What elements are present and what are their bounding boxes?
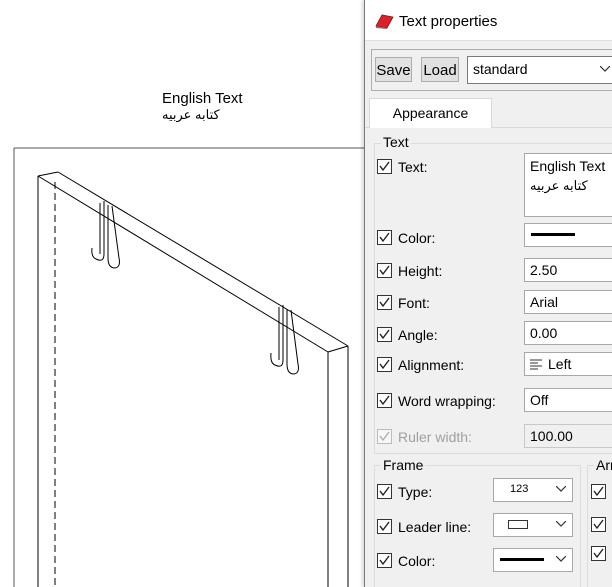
font-checkbox[interactable] [377,295,392,310]
check-icon [379,297,390,308]
alignment-checkbox[interactable] [377,357,392,372]
check-icon [379,232,390,243]
alignment-value: Left [548,356,572,372]
angle-input[interactable]: 0.00 [524,321,612,345]
frame-color-checkbox[interactable] [377,553,392,568]
check-icon [593,519,604,530]
tab-appearance[interactable]: Appearance [369,98,492,128]
frame-type-dropdown[interactable]: 123 [493,478,573,502]
text-input-line1: English Text [530,158,606,174]
dialog-title: Text properties [399,13,498,30]
chevron-down-icon [556,521,566,527]
check-icon [379,395,390,406]
chevron-down-icon [556,486,566,492]
check-icon [379,555,390,566]
check-icon [593,486,604,497]
height-checkbox[interactable] [377,263,392,278]
color-picker[interactable] [524,223,612,247]
text-label: Text: [398,159,428,175]
color-label: Color: [398,230,436,246]
arrow-checkbox-2[interactable] [591,517,606,532]
alignment-label: Alignment: [398,357,465,373]
leader-line-checkbox[interactable] [377,519,392,534]
save-button[interactable]: Save [375,57,412,82]
color-swatch-line [531,233,575,236]
arrow-checkbox-1[interactable] [591,484,606,499]
frame-type-checkbox[interactable] [377,484,392,499]
font-dropdown[interactable]: Arial [524,290,612,314]
drawing-canvas[interactable]: English Text كتابه عربيه [0,0,366,587]
preset-toolbar: Save Load standard [371,49,612,91]
check-icon [379,431,390,442]
arrow-group-label: Arr [594,457,612,473]
load-button[interactable]: Load [421,57,459,82]
word-wrapping-label: Word wrapping: [398,393,496,409]
word-wrapping-checkbox[interactable] [377,393,392,408]
height-input[interactable]: 2.50 [524,258,612,282]
font-value: Arial [530,294,559,310]
text-checkbox[interactable] [377,159,392,174]
ruler-width-value: 100.00 [530,428,573,444]
text-group-label: Text [381,134,411,150]
align-left-icon [530,359,542,370]
leader-line-dropdown[interactable] [493,513,573,537]
check-icon [379,329,390,340]
frame-color-swatch-line [500,558,544,561]
color-checkbox[interactable] [377,230,392,245]
height-value: 2.50 [530,262,558,278]
pencil-app-icon [375,14,394,29]
check-icon [593,548,604,559]
preset-dropdown[interactable]: standard [467,56,612,84]
preset-value: standard [473,61,528,77]
arrow-checkbox-3[interactable] [591,546,606,561]
angle-label: Angle: [398,327,438,343]
text-properties-dialog: Text properties Save Load standard Appea… [364,0,612,587]
ruler-width-input[interactable]: 100.00 [524,424,612,448]
cabinet-door-drawing[interactable] [0,0,366,587]
angle-checkbox[interactable] [377,327,392,342]
check-icon [379,486,390,497]
check-icon [379,161,390,172]
chevron-down-icon [600,66,610,72]
chevron-down-icon [556,556,566,562]
frame-group-label: Frame [381,457,426,473]
check-icon [379,265,390,276]
leader-line-preview-icon [508,520,528,529]
ruler-width-label: Ruler width: [398,429,472,445]
frame-color-dropdown[interactable] [493,548,573,572]
angle-value: 0.00 [530,325,558,341]
check-icon [379,359,390,370]
text-input-line2: كتابه عربيه [530,178,588,193]
word-wrapping-dropdown[interactable]: Off [524,388,612,412]
frame-color-label: Color: [398,553,436,569]
text-input[interactable]: English Text كتابه عربيه [524,153,612,217]
check-icon [379,521,390,532]
frame-type-value: 123 [510,483,529,495]
font-label: Font: [398,295,430,311]
word-wrapping-value: Off [530,392,549,408]
leader-line-label: Leader line: [398,519,472,535]
ruler-width-checkbox[interactable] [377,429,392,444]
alignment-dropdown[interactable]: Left [524,352,612,376]
dialog-titlebar[interactable]: Text properties [365,0,612,41]
frame-type-label: Type: [398,484,433,500]
height-label: Height: [398,263,443,279]
